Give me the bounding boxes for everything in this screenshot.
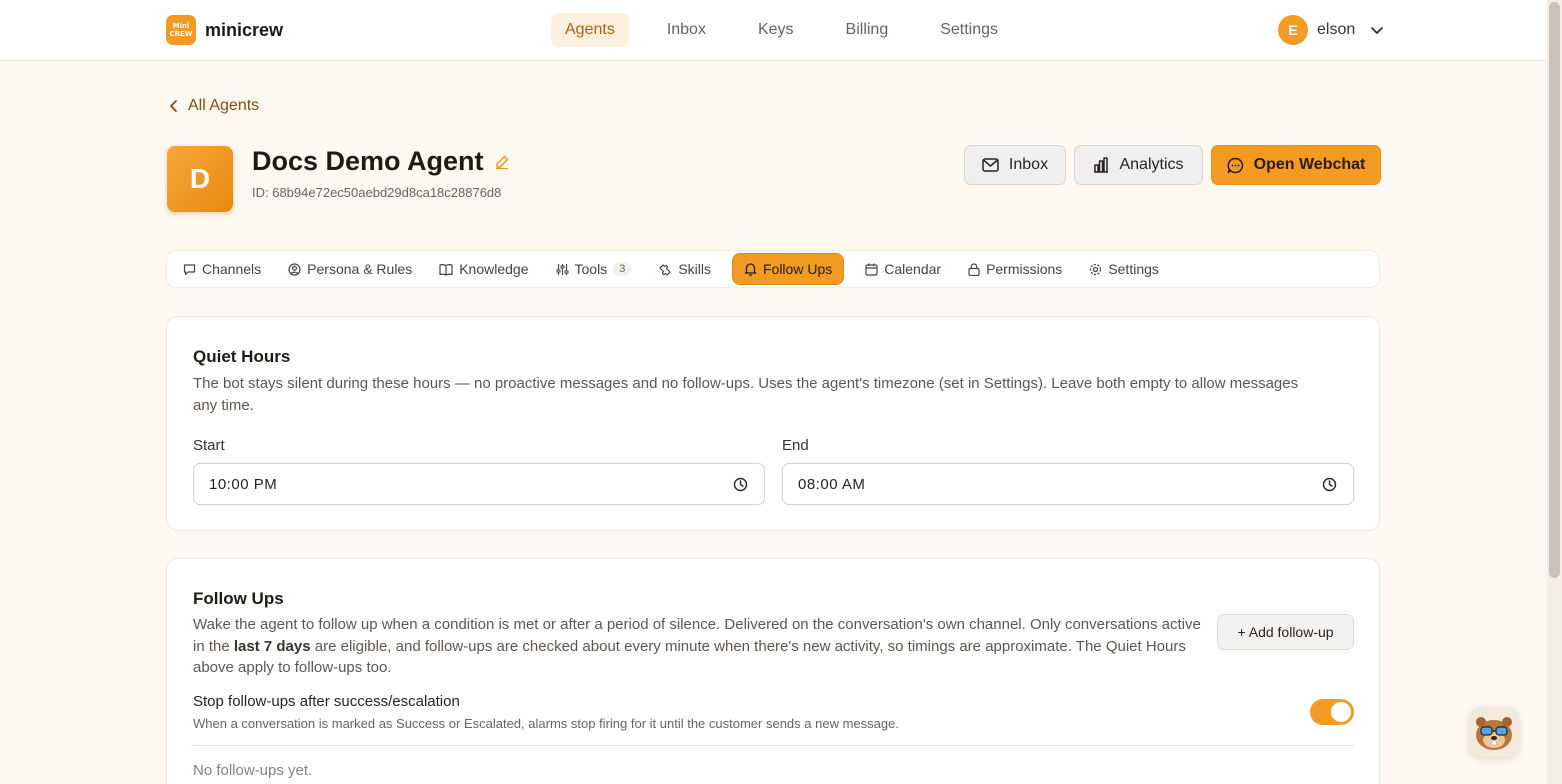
nav-billing[interactable]: Billing: [832, 13, 903, 47]
tools-count-badge: 3: [613, 262, 632, 276]
tab-knowledge[interactable]: Knowledge: [433, 253, 534, 285]
agent-id: ID: 68b94e72ec50aebd29d8ca18c28876d8: [252, 185, 502, 200]
bar-chart-icon: [1093, 157, 1109, 173]
stop-follow-ups-title: Stop follow-ups after success/escalation: [193, 693, 460, 710]
stop-follow-ups-description: When a conversation is marked as Success…: [193, 716, 899, 731]
tab-calendar[interactable]: Calendar: [859, 253, 947, 285]
nav-keys[interactable]: Keys: [744, 13, 808, 47]
chevron-down-icon: [1370, 23, 1384, 37]
scrollbar-thumb[interactable]: [1549, 2, 1560, 578]
follow-ups-description-bold: last 7 days: [233, 637, 311, 655]
tab-label: Settings: [1108, 261, 1159, 277]
agent-name: Docs Demo Agent: [252, 146, 484, 176]
start-time-input[interactable]: 10:00 PM: [193, 463, 765, 505]
lock-icon: [968, 262, 980, 276]
puzzle-icon: [658, 263, 672, 276]
chevron-left-icon: [168, 99, 180, 113]
follow-ups-description: Wake the agent to follow up when a condi…: [193, 614, 1213, 679]
tab-follow-ups[interactable]: Follow Ups: [731, 253, 845, 285]
tab-channels[interactable]: Channels: [177, 253, 267, 285]
mail-icon: [982, 158, 999, 172]
sliders-icon: [556, 263, 569, 276]
divider: [193, 745, 1354, 746]
user-menu[interactable]: E elson: [1278, 15, 1384, 45]
message-icon: [183, 263, 196, 276]
back-link[interactable]: All Agents: [168, 97, 259, 115]
nav-inbox[interactable]: Inbox: [653, 13, 720, 47]
brand-name: minicrew: [205, 19, 284, 40]
avatar: E: [1278, 15, 1308, 45]
quiet-hours-description: The bot stays silent during these hours …: [193, 375, 1299, 414]
stop-follow-ups-toggle[interactable]: [1310, 699, 1354, 725]
add-follow-up-button[interactable]: + Add follow-up: [1217, 614, 1354, 650]
analytics-button-label: Analytics: [1119, 156, 1184, 173]
toggle-knob: [1331, 702, 1351, 722]
agent-tabs: Channels Persona & Rules Knowledge Tools…: [166, 250, 1380, 288]
clock-icon[interactable]: [1322, 477, 1337, 492]
quiet-hours-card: Quiet Hours The bot stays silent during …: [166, 316, 1380, 531]
nav-settings[interactable]: Settings: [926, 13, 1012, 47]
user-circle-icon: [288, 262, 301, 276]
start-label: Start: [193, 437, 225, 454]
tab-skills[interactable]: Skills: [652, 253, 717, 285]
open-webchat-button[interactable]: Open Webchat: [1211, 145, 1381, 185]
tab-label: Channels: [202, 261, 262, 277]
tab-permissions[interactable]: Permissions: [962, 253, 1068, 285]
edit-icon[interactable]: [494, 154, 510, 170]
quiet-hours-title: Quiet Hours: [193, 347, 291, 366]
tab-label: Permissions: [986, 261, 1063, 277]
book-icon: [439, 263, 453, 276]
follow-ups-description-part2: are eligible, and follow-ups are checked…: [193, 637, 1186, 677]
analytics-button[interactable]: Analytics: [1074, 145, 1203, 185]
empty-follow-ups-text: No follow-ups yet.: [193, 762, 313, 779]
brand-logo-line1: Mini: [172, 22, 190, 30]
calendar-icon: [865, 263, 878, 276]
end-time-value: 08:00 AM: [798, 475, 866, 493]
end-label: End: [782, 437, 809, 454]
back-link-label: All Agents: [188, 97, 260, 114]
start-time-value: 10:00 PM: [209, 475, 278, 493]
follow-ups-card: Follow Ups Wake the agent to follow up w…: [166, 558, 1380, 784]
gear-icon: [1089, 263, 1102, 276]
tab-tools[interactable]: Tools 3: [550, 253, 638, 285]
tab-label: Tools: [574, 261, 608, 277]
follow-ups-title: Follow Ups: [193, 589, 284, 608]
agent-avatar: D: [167, 146, 233, 212]
tab-label: Knowledge: [459, 261, 529, 277]
brand-logo: Mini CREW: [166, 15, 196, 45]
clock-icon[interactable]: [733, 477, 748, 492]
bell-icon: [744, 262, 757, 276]
tab-label: Skills: [678, 261, 711, 277]
brand[interactable]: Mini CREW minicrew: [166, 15, 283, 45]
tab-label: Follow Ups: [762, 261, 833, 277]
tab-persona-rules[interactable]: Persona & Rules: [282, 253, 418, 285]
brand-logo-line2: CREW: [169, 30, 193, 38]
mascot-chat-launcher[interactable]: [1469, 707, 1519, 757]
top-nav: Mini CREW minicrew Agents Inbox Keys Bil…: [0, 0, 1547, 61]
agent-title: Docs Demo Agent: [252, 146, 510, 177]
nav-agents[interactable]: Agents: [551, 13, 629, 47]
main-nav: Agents Inbox Keys Billing Settings: [551, 13, 1012, 47]
user-name: elson: [1317, 21, 1356, 38]
tab-label: Calendar: [884, 261, 942, 277]
tab-label: Persona & Rules: [307, 261, 413, 277]
open-webchat-button-label: Open Webchat: [1253, 156, 1366, 173]
inbox-button[interactable]: Inbox: [964, 145, 1066, 185]
end-time-input[interactable]: 08:00 AM: [782, 463, 1354, 505]
chat-bubble-icon: [1227, 157, 1244, 174]
inbox-button-label: Inbox: [1008, 156, 1049, 173]
mascot-icon: [1473, 712, 1515, 752]
tab-settings[interactable]: Settings: [1083, 253, 1165, 285]
